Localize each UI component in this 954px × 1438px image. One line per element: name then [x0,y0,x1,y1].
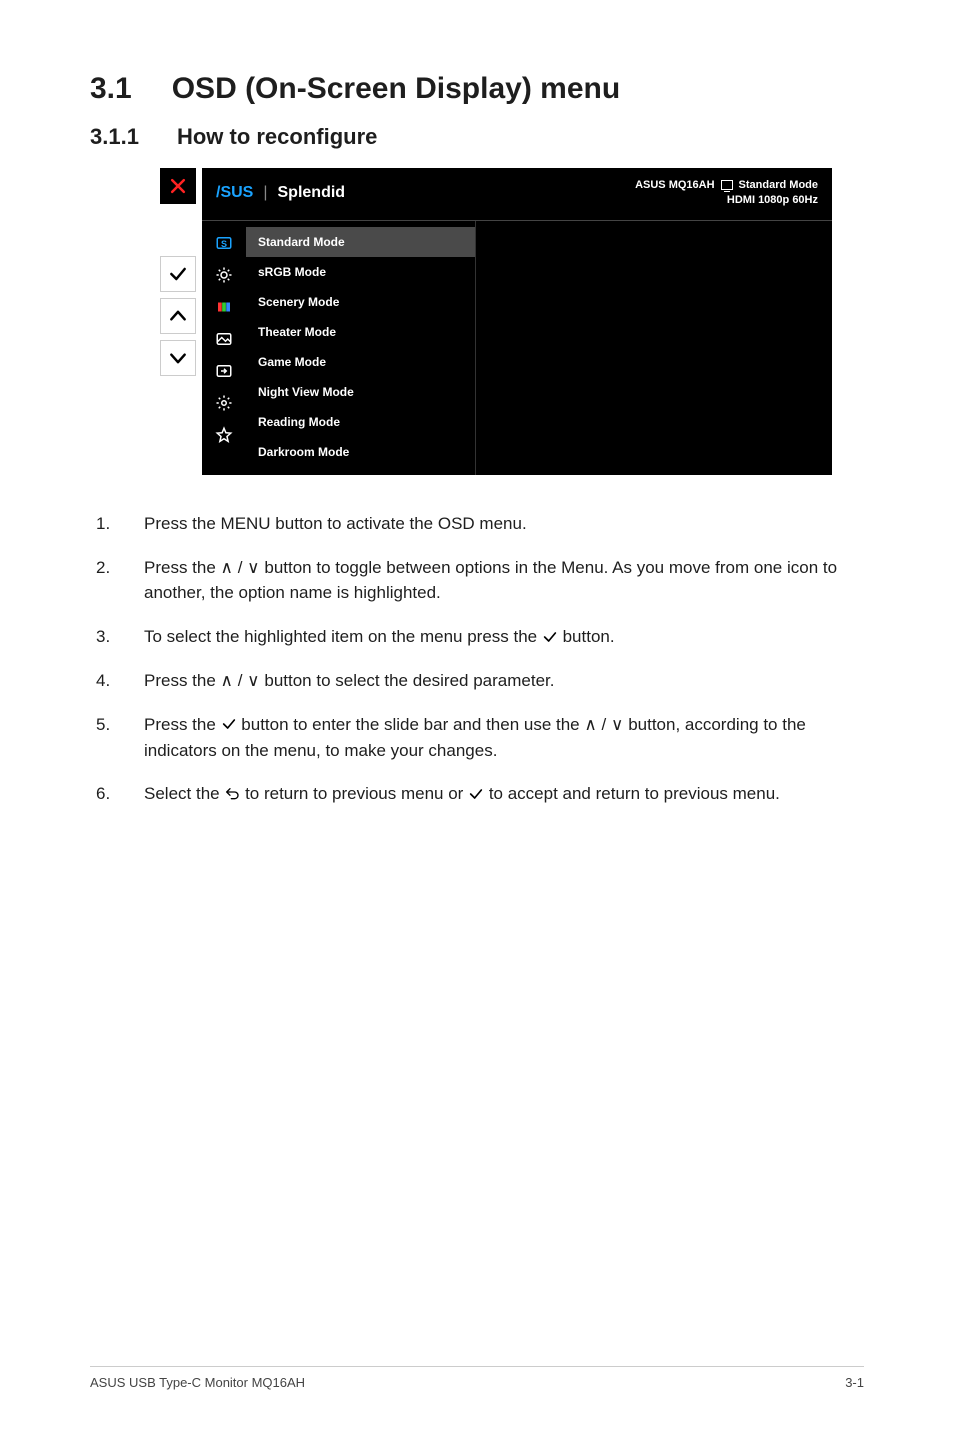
step-text: Press the [144,558,221,577]
star-icon [215,426,233,444]
instruction-list: Press the MENU button to activate the OS… [96,511,864,808]
image-icon [215,330,233,348]
mode-item[interactable]: Game Mode [246,347,475,377]
monitor-icon [721,180,733,190]
down-glyph: ∨ [247,671,259,690]
svg-text:S: S [221,238,227,248]
status-model: ASUS MQ16AH [635,178,714,193]
mode-item[interactable]: Standard Mode [246,227,475,257]
status-signal: HDMI 1080p 60Hz [635,193,818,208]
step-text: Select the [144,784,224,803]
down-glyph: ∨ [247,558,259,577]
mode-item[interactable]: sRGB Mode [246,257,475,287]
step-1: Press the MENU button to activate the OS… [96,511,864,537]
sep: / [233,671,247,690]
step-text: button. [563,627,615,646]
mode-item[interactable]: Theater Mode [246,317,475,347]
osd-menu-name: Splendid [278,184,346,202]
status-mode: Standard Mode [739,178,818,193]
step-2: Press the ∧ / ∨ button to toggle between… [96,555,864,607]
footer-right: 3-1 [845,1375,864,1390]
up-glyph: ∧ [221,558,233,577]
input-icon [215,362,233,380]
sep: / [233,558,247,577]
mode-item[interactable]: Scenery Mode [246,287,475,317]
mode-item[interactable]: Night View Mode [246,377,475,407]
step-text: Press the [144,715,221,734]
step-text: Press the MENU button to activate the OS… [144,514,527,533]
osd-empty-pane [476,221,832,475]
back-glyph [224,786,240,802]
page-footer: ASUS USB Type-C Monitor MQ16AH 3-1 [90,1366,864,1390]
up-button[interactable] [160,298,196,334]
color-icon [215,298,233,316]
check-glyph [542,629,558,645]
input-tab[interactable] [202,355,246,387]
close-button[interactable] [160,168,196,204]
check-glyph [468,786,484,802]
step-text: To select the highlighted item on the me… [144,627,542,646]
mode-item[interactable]: Reading Mode [246,407,475,437]
check-glyph [221,716,237,732]
step-text: Press the [144,671,221,690]
chevron-up-icon [168,306,188,326]
osd-mode-list: Standard Mode sRGB Mode Scenery Mode The… [246,221,476,475]
osd-title: /SUS | Splendid [216,178,345,208]
brightness-icon [215,266,233,284]
up-glyph: ∧ [221,671,233,690]
osd-body: S [202,221,832,475]
divider: | [263,184,267,202]
osd-icon-rail: S [202,221,246,475]
osd-figure: /SUS | Splendid ASUS MQ16AH Standard Mod… [160,168,864,475]
settings-tab[interactable] [202,387,246,419]
color-tab[interactable] [202,291,246,323]
h2-text: How to reconfigure [177,124,377,150]
h1-number: 3.1 [90,72,132,106]
image-tab[interactable] [202,323,246,355]
asus-logo: /SUS [216,184,253,202]
step-3: To select the highlighted item on the me… [96,624,864,650]
step-text: button to enter the slide bar and then u… [241,715,584,734]
osd-panel: /SUS | Splendid ASUS MQ16AH Standard Mod… [202,168,832,475]
down-glyph: ∨ [611,715,623,734]
step-5: Press the button to enter the slide bar … [96,712,864,764]
myfavorite-tab[interactable] [202,419,246,451]
mode-item[interactable]: Darkroom Mode [246,437,475,467]
check-icon [168,264,188,284]
step-4: Press the ∧ / ∨ button to select the des… [96,668,864,694]
osd-header: /SUS | Splendid ASUS MQ16AH Standard Mod… [202,168,832,221]
h1-text: OSD (On-Screen Display) menu [172,72,620,106]
down-button[interactable] [160,340,196,376]
up-glyph: ∧ [584,715,596,734]
page-title: 3.1 OSD (On-Screen Display) menu [90,72,864,106]
step-text: to accept and return to previous menu. [489,784,780,803]
h2-number: 3.1.1 [90,124,139,150]
chevron-down-icon [168,348,188,368]
confirm-button[interactable] [160,256,196,292]
sep: / [597,715,611,734]
close-icon [168,176,188,196]
step-text: to return to previous menu or [245,784,468,803]
physical-buttons [160,168,196,475]
splendid-tab[interactable]: S [202,227,246,259]
section-title: 3.1.1 How to reconfigure [90,124,864,150]
footer-left: ASUS USB Type-C Monitor MQ16AH [90,1375,305,1390]
brightness-tab[interactable] [202,259,246,291]
step-6: Select the to return to previous menu or… [96,781,864,807]
s-icon: S [215,234,233,252]
osd-status: ASUS MQ16AH Standard Mode HDMI 1080p 60H… [635,178,818,208]
settings-icon [215,394,233,412]
step-text: button to select the desired parameter. [264,671,554,690]
